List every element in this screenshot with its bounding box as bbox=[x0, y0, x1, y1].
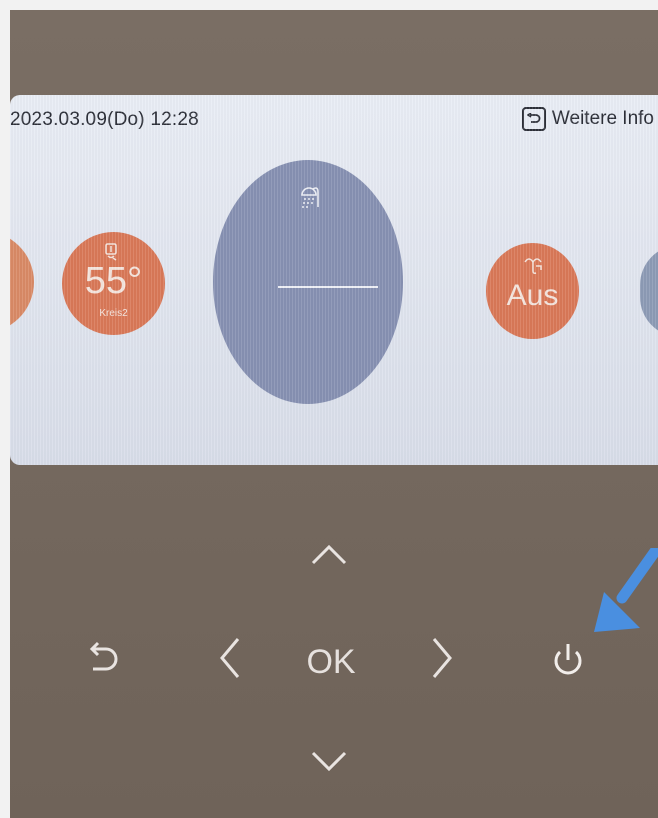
display-screen: 2023.03.09(Do) 12:28 Weitere Info 55° Kr… bbox=[10, 95, 658, 465]
more-info-label: Weitere Info bbox=[551, 108, 654, 129]
chevron-right-icon bbox=[432, 638, 452, 678]
annotation-arrow-icon bbox=[594, 548, 658, 632]
power-button[interactable] bbox=[542, 634, 594, 686]
ok-button[interactable]: OK bbox=[296, 640, 366, 684]
right-button[interactable] bbox=[424, 630, 460, 686]
chevron-up-icon bbox=[311, 544, 347, 565]
mode-tile[interactable]: Aus bbox=[486, 243, 579, 339]
hot-water-tile[interactable] bbox=[213, 160, 403, 404]
more-info-button[interactable]: Weitere Info bbox=[521, 107, 654, 131]
tile-offscreen-right[interactable] bbox=[640, 245, 658, 337]
power-icon bbox=[554, 644, 582, 675]
hot-water-value-placeholder bbox=[278, 286, 378, 288]
tile-offscreen-left[interactable] bbox=[10, 231, 34, 333]
chevron-left-icon bbox=[220, 638, 240, 678]
chevron-down-icon bbox=[311, 751, 347, 772]
down-button[interactable] bbox=[306, 744, 352, 780]
heating-circuit-label: Kreis2 bbox=[99, 308, 128, 319]
left-button[interactable] bbox=[212, 630, 248, 686]
photo-border-top bbox=[0, 0, 658, 10]
date-time: 2023.03.09(Do) 12:28 bbox=[10, 109, 199, 130]
radiator-thermometer-icon bbox=[105, 243, 117, 261]
photo-border-left bbox=[0, 0, 10, 818]
controller-panel: 2023.03.09(Do) 12:28 Weitere Info 55° Kr… bbox=[0, 0, 658, 818]
back-icon bbox=[89, 641, 118, 671]
return-icon bbox=[521, 107, 546, 131]
up-button[interactable] bbox=[306, 536, 352, 572]
heating-temperature: 55° bbox=[84, 260, 143, 302]
mode-status: Aus bbox=[506, 279, 559, 312]
heating-circuit-tile[interactable]: 55° Kreis2 bbox=[62, 232, 165, 335]
shower-icon bbox=[301, 187, 319, 208]
back-button[interactable] bbox=[78, 632, 130, 684]
fan-mode-icon bbox=[524, 258, 542, 274]
